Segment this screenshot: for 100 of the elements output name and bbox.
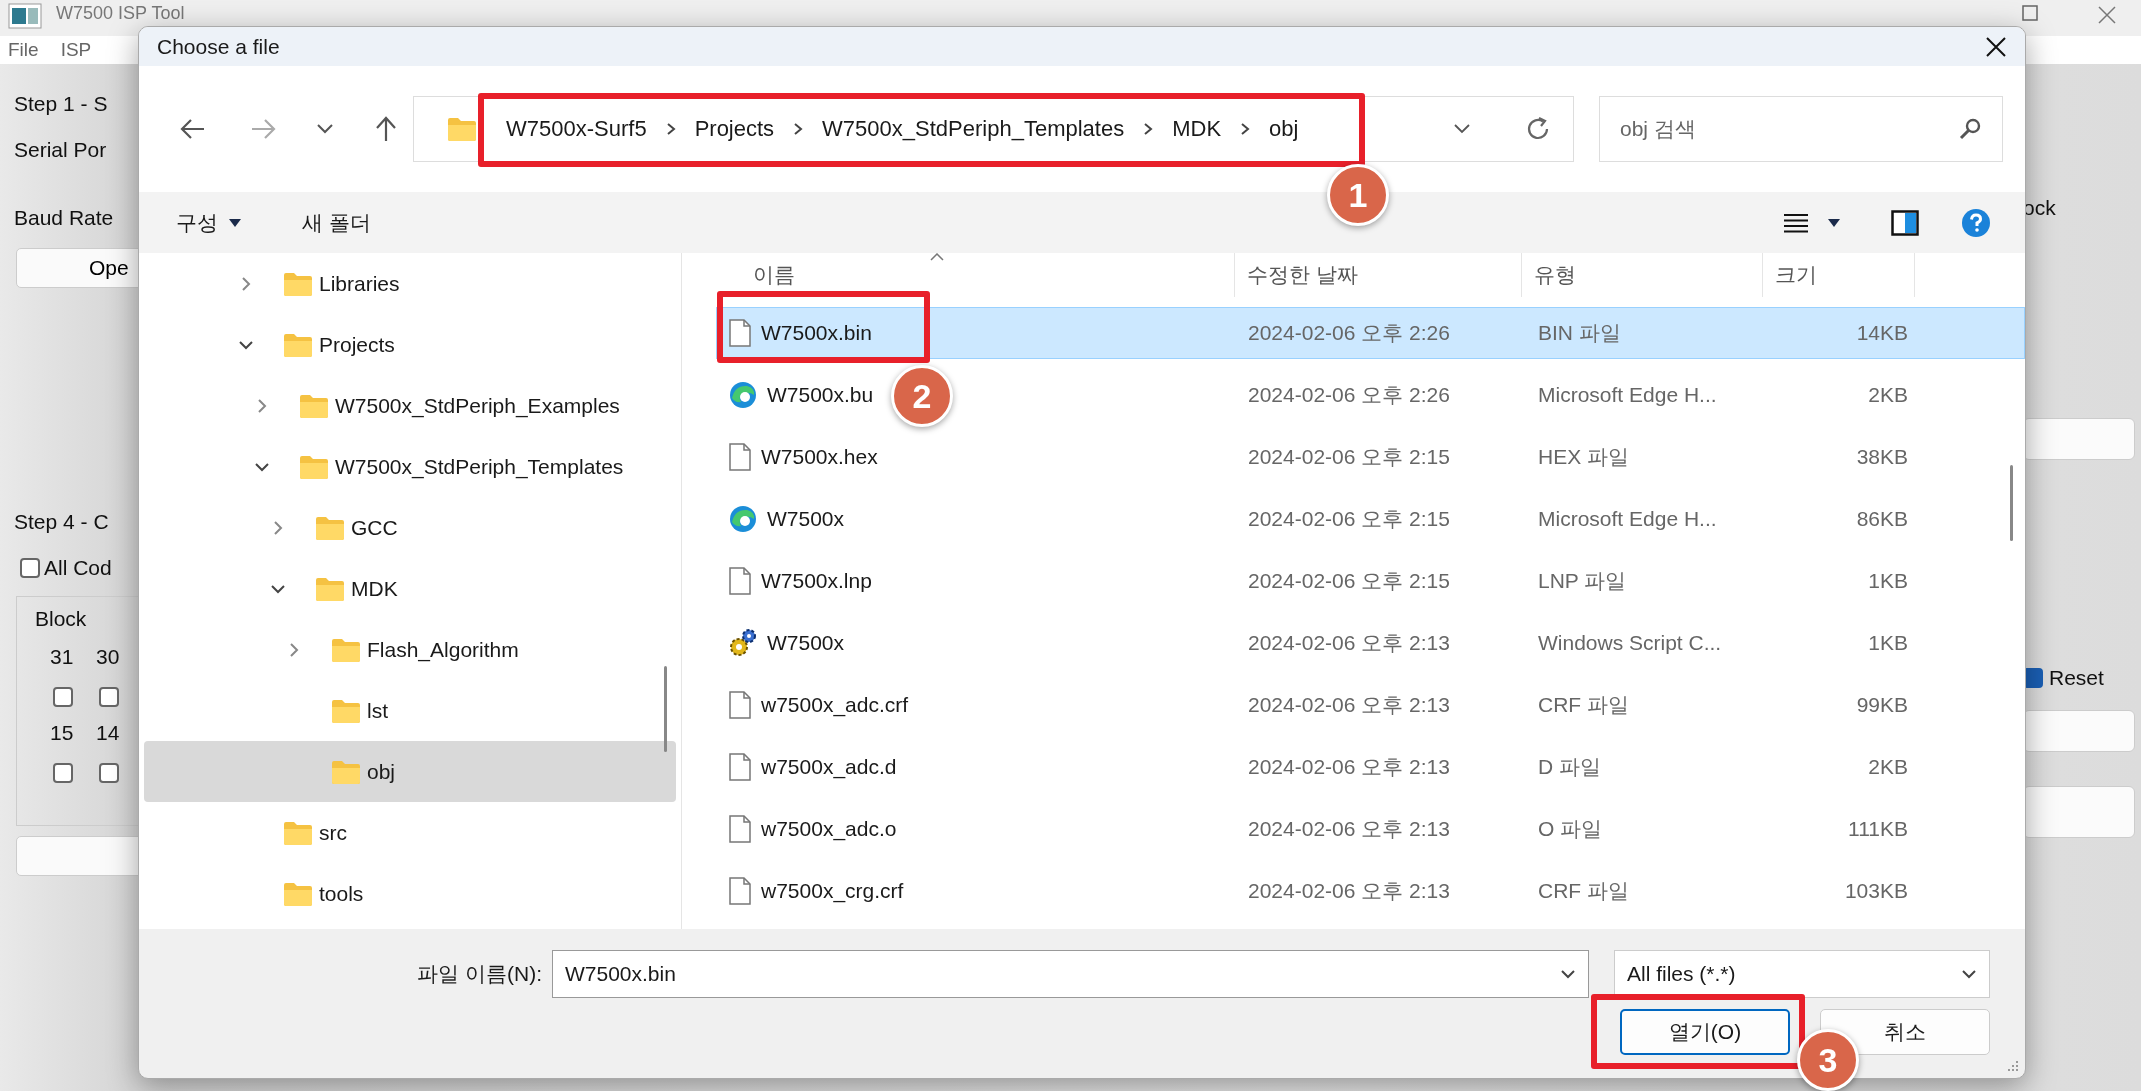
document-icon [729, 877, 751, 905]
chevron-icon[interactable] [254, 460, 270, 473]
checkbox[interactable] [99, 763, 119, 783]
checkbox[interactable] [99, 687, 119, 707]
help-icon[interactable] [1961, 207, 1991, 238]
browser-icon [729, 381, 757, 409]
tree-item[interactable]: tools [144, 863, 676, 924]
document-icon [729, 815, 751, 843]
document-icon [729, 567, 751, 595]
scrollbar[interactable] [2010, 465, 2013, 541]
up-icon[interactable] [375, 116, 397, 142]
document-icon [729, 753, 751, 781]
tree-item[interactable]: Projects [144, 314, 676, 375]
tree-item[interactable]: obj [144, 741, 676, 802]
table-cell-text: 38KB [1855, 445, 1909, 469]
file-name: w7500x_adc.crf [761, 693, 909, 717]
caret-icon[interactable] [1827, 217, 1841, 228]
table-cell-text: O 파일 [1537, 816, 1604, 842]
checkbox[interactable] [20, 558, 40, 578]
preview-pane-icon[interactable] [1891, 209, 1919, 236]
menu-item[interactable]: ISP [60, 39, 92, 61]
table-cell-text: 111KB [1847, 817, 1909, 841]
chevron-down-icon[interactable] [1560, 968, 1576, 980]
dialog-title: Choose a file [157, 34, 281, 59]
table-cell-text: 103KB [1843, 879, 1909, 903]
column-header[interactable]: 유형 [1522, 253, 1763, 297]
breadcrumb-item[interactable]: Projects [694, 116, 775, 142]
file-name-field[interactable]: W7500x.bin [552, 950, 1589, 998]
bit-label: 15 [50, 721, 74, 745]
view-menu-icon[interactable] [1783, 212, 1809, 233]
table-cell-text: 99KB [1855, 693, 1909, 717]
toolbar-button[interactable]: 구성 [168, 202, 250, 243]
file-name: W7500x.bin [761, 321, 872, 345]
gear-icon [729, 628, 757, 658]
maximize-icon[interactable] [2022, 5, 2038, 21]
chevron-icon[interactable] [238, 338, 254, 351]
table-cell-text: 2024-02-06 오후 2:15 [1247, 444, 1451, 470]
field-label: Baud Rate [14, 206, 115, 230]
bit-label: 31 [50, 645, 74, 669]
back-icon[interactable] [180, 118, 206, 140]
document-icon [729, 691, 751, 719]
table-cell-text: CRF 파일 [1537, 692, 1630, 718]
file-name: W7500x [767, 631, 845, 655]
folder-icon [283, 270, 313, 297]
column-header[interactable]: 크기 [1763, 253, 1915, 297]
file-name: w7500x_adc.d [761, 755, 897, 779]
table-cell-text: 2024-02-06 오후 2:15 [1247, 506, 1451, 532]
checkbox[interactable] [53, 687, 73, 707]
chevron-icon [1240, 122, 1251, 136]
input-field[interactable] [2023, 418, 2135, 460]
tree-item[interactable]: lst [144, 680, 676, 741]
folder-icon [283, 819, 313, 846]
input-field[interactable] [2023, 710, 2135, 752]
checkbox[interactable] [53, 763, 73, 783]
table-cell-text: 2KB [1867, 755, 1909, 779]
chevron-down-icon[interactable] [316, 123, 334, 135]
breadcrumb-item[interactable]: MDK [1172, 116, 1222, 142]
table-cell-text: Microsoft Edge H... [1537, 383, 1718, 407]
breadcrumb-item[interactable]: W7500x-Surf5 [506, 116, 647, 142]
table-cell-text: HEX 파일 [1537, 444, 1630, 470]
search-field[interactable]: obj 검색 [1599, 96, 2003, 162]
folder-icon [283, 880, 313, 907]
open-button[interactable]: 열기(O) [1620, 1009, 1790, 1055]
table-cell-text: 2024-02-06 오후 2:13 [1247, 692, 1451, 718]
chevron-down-icon[interactable] [1453, 123, 1471, 135]
refresh-icon[interactable] [1525, 116, 1551, 142]
chevron-down-icon[interactable] [1961, 968, 1977, 980]
checkbox-label: Reset [2049, 666, 2104, 690]
breadcrumb-item[interactable]: obj [1269, 116, 1299, 142]
folder-icon [331, 697, 361, 724]
menu-item[interactable]: File [8, 39, 39, 61]
scrollbar[interactable] [664, 666, 667, 752]
file-type-dropdown[interactable]: All files (*.*) [1614, 950, 1990, 998]
tree-item[interactable]: Flash_Algorithm [144, 619, 676, 680]
tree-item[interactable]: W7500x_StdPeriph_Templates [144, 436, 676, 497]
folder-icon [299, 392, 329, 419]
selected-file-row[interactable]: W7500x.bin 2024-02-06 오후 2:26 BIN 파일 14KB [716, 307, 2025, 359]
document-icon [729, 443, 751, 471]
field-label: 파일 이름(N): [417, 961, 542, 987]
tree-item[interactable]: GCC [144, 497, 676, 558]
column-header[interactable]: 수정한 날짜 [1235, 253, 1522, 297]
sort-icon[interactable] [930, 253, 944, 261]
toolbar-button[interactable]: 새 폴더 [294, 202, 379, 243]
file-name: W7500x.bu [767, 383, 874, 407]
table-cell-text: 2024-02-06 오후 2:13 [1247, 754, 1451, 780]
tree-item[interactable]: W7500x_StdPeriph_Examples [144, 375, 676, 436]
column-header[interactable]: 이름 [716, 253, 1235, 297]
table-cell-text: 14KB [1855, 321, 1909, 345]
table-cell-text: 2024-02-06 오후 2:15 [1247, 568, 1451, 594]
app-icon [8, 3, 42, 29]
bit-label: 14 [96, 721, 120, 745]
table-cell-text: 86KB [1855, 507, 1909, 531]
breadcrumb-item[interactable]: W7500x_StdPeriph_Templates [822, 116, 1125, 142]
close-icon[interactable] [1985, 35, 2007, 58]
chevron-icon [665, 122, 676, 136]
tree-item[interactable]: src [144, 802, 676, 863]
file-name: w7500x_adc.o [761, 817, 897, 841]
tree-item[interactable]: MDK [144, 558, 676, 619]
search-icon[interactable] [1958, 117, 1982, 141]
chevron-icon[interactable] [270, 582, 286, 595]
